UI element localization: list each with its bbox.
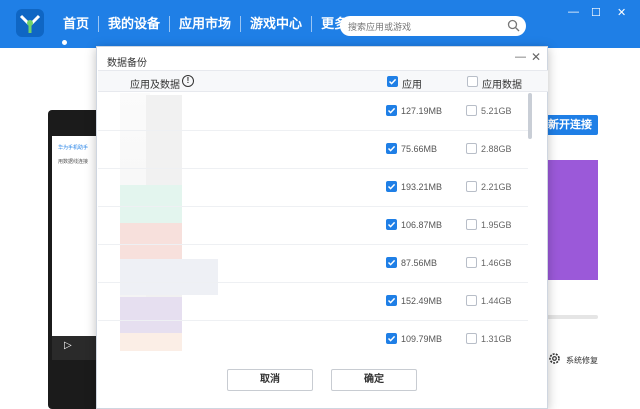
- app-row[interactable]: 109.79MB 1.31GB: [98, 321, 528, 351]
- banner-slider[interactable]: [540, 315, 598, 319]
- confirm-button[interactable]: 确定: [331, 369, 417, 391]
- minimize-icon[interactable]: —: [568, 6, 579, 18]
- play-icon[interactable]: ▷: [64, 340, 72, 351]
- app-row[interactable]: 127.19MB 5.21GB: [98, 93, 528, 131]
- dialog-title: 数据备份: [107, 58, 147, 69]
- app-checkbox[interactable]: [386, 333, 397, 344]
- app-data-size: 5.21GB: [481, 106, 512, 116]
- cancel-button[interactable]: 取消: [227, 369, 313, 391]
- close-icon[interactable]: ✕: [617, 6, 626, 19]
- app-logo[interactable]: [16, 9, 44, 37]
- column-app-and-data: 应用及数据: [130, 80, 180, 91]
- gear-icon[interactable]: [548, 352, 561, 365]
- app-size: 109.79MB: [401, 334, 443, 344]
- top-bar: 首页 我的设备 应用市场 游戏中心 更多服务 搜索应用或游戏 — ☐ ✕: [0, 0, 640, 48]
- app-row[interactable]: 75.66MB 2.88GB: [98, 131, 528, 169]
- app-checkbox[interactable]: [386, 257, 397, 268]
- phone-screen-title: 华为手机助手: [58, 145, 89, 151]
- app-data-checkbox[interactable]: [466, 295, 477, 306]
- search-icon[interactable]: [507, 19, 520, 32]
- app-data-checkbox[interactable]: [466, 143, 477, 154]
- nav-home[interactable]: 首页: [54, 16, 100, 32]
- app-size: 87.56MB: [401, 258, 438, 268]
- app-data-size: 1.31GB: [481, 334, 512, 344]
- app-checkbox[interactable]: [386, 181, 397, 192]
- logo-icon: [19, 14, 41, 33]
- app-size: 152.49MB: [401, 296, 443, 306]
- dialog-minimize-icon[interactable]: —: [515, 51, 526, 63]
- maximize-icon[interactable]: ☐: [591, 6, 601, 19]
- app-checkbox[interactable]: [386, 143, 397, 154]
- app-size: 106.87MB: [401, 220, 443, 230]
- table-header: 应用及数据 ! 应用 应用数据: [98, 70, 548, 92]
- app-data-size: 2.21GB: [481, 182, 512, 192]
- dialog-close-icon[interactable]: ✕: [531, 50, 541, 64]
- app-data-size: 1.95GB: [481, 220, 512, 230]
- app-size: 75.66MB: [401, 144, 438, 154]
- app-data-checkbox[interactable]: [466, 257, 477, 268]
- phone-screen: [52, 136, 100, 336]
- app-data-size: 1.44GB: [481, 296, 512, 306]
- column-app-data: 应用数据: [482, 80, 522, 91]
- app-row[interactable]: 106.87MB 1.95GB: [98, 207, 528, 245]
- nav-app-market[interactable]: 应用市场: [170, 16, 242, 32]
- nav-game-center[interactable]: 游戏中心: [241, 16, 313, 32]
- app-checkbox[interactable]: [386, 105, 397, 116]
- app-data-checkbox[interactable]: [466, 219, 477, 230]
- app-data-checkbox[interactable]: [466, 181, 477, 192]
- select-all-apps-checkbox[interactable]: [387, 76, 398, 87]
- active-nav-indicator: [62, 40, 67, 45]
- app-list: 127.19MB 5.21GB 75.66MB 2.88GB 193.21MB …: [98, 93, 528, 351]
- search-placeholder: 搜索应用或游戏: [348, 22, 412, 32]
- app-data-checkbox[interactable]: [466, 333, 477, 344]
- app-checkbox[interactable]: [386, 219, 397, 230]
- app-checkbox[interactable]: [386, 295, 397, 306]
- data-backup-dialog: 数据备份 — ✕ 应用及数据 ! 应用 应用数据 127.19MB 5.21GB…: [96, 46, 548, 409]
- app-row[interactable]: 193.21MB 2.21GB: [98, 169, 528, 207]
- list-scrollbar[interactable]: [527, 93, 533, 351]
- system-repair-link[interactable]: 系统修复: [566, 355, 598, 366]
- search-input[interactable]: 搜索应用或游戏: [340, 16, 526, 36]
- phone-screen-text: 用数据线连接: [58, 159, 89, 165]
- app-row[interactable]: 152.49MB 1.44GB: [98, 283, 528, 321]
- app-data-size: 1.46GB: [481, 258, 512, 268]
- app-size: 193.21MB: [401, 182, 443, 192]
- column-app: 应用: [402, 80, 422, 91]
- app-data-checkbox[interactable]: [466, 105, 477, 116]
- nav-my-devices[interactable]: 我的设备: [99, 16, 171, 32]
- main-nav: 首页 我的设备 应用市场 游戏中心 更多服务: [54, 0, 382, 48]
- info-icon[interactable]: !: [182, 75, 194, 87]
- select-all-app-data-checkbox[interactable]: [467, 76, 478, 87]
- new-connection-button[interactable]: 新开连接: [540, 115, 598, 135]
- app-size: 127.19MB: [401, 106, 443, 116]
- app-data-size: 2.88GB: [481, 144, 512, 154]
- app-row[interactable]: 87.56MB 1.46GB: [98, 245, 528, 283]
- scrollbar-thumb[interactable]: [528, 93, 532, 139]
- phone-controls: [52, 336, 100, 360]
